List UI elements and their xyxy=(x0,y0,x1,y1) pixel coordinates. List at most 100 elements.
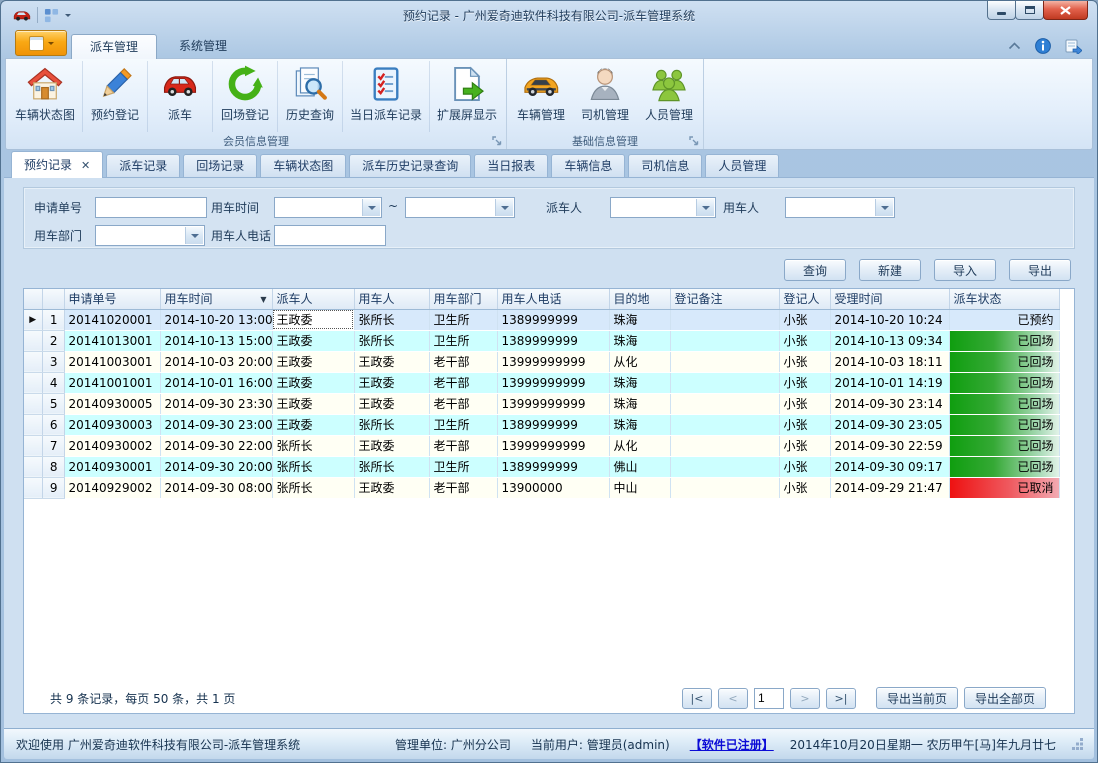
document-tab[interactable]: 人员管理 xyxy=(705,154,779,177)
document-tab[interactable]: 司机信息 xyxy=(628,154,702,177)
table-row[interactable]: 4201410010012014-10-01 16:00王政委王政委老干部139… xyxy=(24,372,1059,393)
next-page-button[interactable]: > xyxy=(790,688,820,709)
resize-grip-icon[interactable] xyxy=(1072,738,1084,750)
table-row[interactable]: 7201409300022014-09-30 22:00张所长王政委老干部139… xyxy=(24,435,1059,456)
grid-area: 申请单号用车时间▼派车人用车人用车部门用车人电话目的地登记备注登记人受理时间派车… xyxy=(24,289,1074,683)
table-row[interactable]: 5201409300052014-09-30 23:30王政委王政委老干部139… xyxy=(24,393,1059,414)
dialog-launcher-icon[interactable] xyxy=(689,136,699,146)
chevron-down-icon[interactable] xyxy=(875,199,893,216)
first-page-button[interactable]: |< xyxy=(682,688,712,709)
document-tab[interactable]: 派车记录 xyxy=(106,154,180,177)
document-tab[interactable]: 派车历史记录查询 xyxy=(349,154,471,177)
dept-combo[interactable] xyxy=(95,225,205,246)
layout-switcher-icon[interactable] xyxy=(44,8,59,23)
order-no-input[interactable] xyxy=(95,197,207,218)
minimize-button[interactable] xyxy=(987,1,1016,20)
checklist-icon xyxy=(367,65,405,103)
ribbon-button-history-search[interactable]: 历史查询 xyxy=(278,61,343,132)
column-header[interactable]: 申请单号 xyxy=(64,289,160,309)
row-selector-cell[interactable] xyxy=(24,414,42,435)
column-header[interactable]: 派车状态 xyxy=(949,289,1059,309)
phone-input[interactable] xyxy=(274,225,386,246)
column-header[interactable]: 用车人 xyxy=(354,289,429,309)
ribbon-group-label: 会员信息管理 xyxy=(223,133,289,149)
ribbon-tab-system[interactable]: 系统管理 xyxy=(161,34,245,58)
ribbon-button-car-red[interactable]: 派车 xyxy=(148,61,213,132)
export-all-pages-button[interactable]: 导出全部页 xyxy=(964,687,1046,709)
maximize-button[interactable] xyxy=(1015,1,1044,20)
app-menu-button[interactable] xyxy=(15,30,67,56)
use-time-label: 用车时间 xyxy=(211,199,259,216)
new-button[interactable]: 新建 xyxy=(859,259,921,281)
selector-column-header xyxy=(24,289,42,309)
ribbon-button-people[interactable]: 人员管理 xyxy=(637,61,701,132)
row-selector-cell[interactable] xyxy=(24,372,42,393)
ribbon-button-house[interactable]: 车辆状态图 xyxy=(8,61,83,132)
last-page-button[interactable]: >| xyxy=(826,688,856,709)
cell-remark xyxy=(670,351,779,372)
export-button[interactable]: 导出 xyxy=(1009,259,1071,281)
collapse-ribbon-icon[interactable] xyxy=(1008,42,1021,50)
ribbon-button-car-orange[interactable]: 车辆管理 xyxy=(509,61,573,132)
ribbon-button-label: 车辆状态图 xyxy=(15,106,75,123)
table-row[interactable]: 2201410130012014-10-13 15:00王政委张所长卫生所138… xyxy=(24,330,1059,351)
cell-user: 王政委 xyxy=(354,372,429,393)
use-time-to-combo[interactable] xyxy=(405,197,515,218)
ribbon-button-checklist[interactable]: 当日派车记录 xyxy=(343,61,430,132)
cell-registrar: 小张 xyxy=(779,309,830,330)
row-selector-cell[interactable] xyxy=(24,393,42,414)
row-selector-cell[interactable] xyxy=(24,477,42,498)
column-header[interactable]: 目的地 xyxy=(609,289,670,309)
row-selector-cell[interactable] xyxy=(24,435,42,456)
user-combo[interactable] xyxy=(785,197,895,218)
query-button[interactable]: 查询 xyxy=(784,259,846,281)
ribbon-button-screen-arrow[interactable]: 扩展屏显示 xyxy=(430,61,504,132)
cell-use_time: 2014-09-30 08:00 xyxy=(160,477,272,498)
column-header[interactable]: 用车部门 xyxy=(429,289,497,309)
column-header[interactable]: 受理时间 xyxy=(830,289,949,309)
ribbon-button-pencil[interactable]: 预约登记 xyxy=(83,61,148,132)
prev-page-button[interactable]: < xyxy=(718,688,748,709)
document-tab[interactable]: 预约记录 ✕ xyxy=(11,151,103,178)
feedback-icon[interactable] xyxy=(1065,38,1082,54)
row-selector-cell[interactable] xyxy=(24,330,42,351)
chevron-down-icon[interactable] xyxy=(185,227,203,244)
close-button[interactable] xyxy=(1043,1,1088,20)
row-selector-cell[interactable] xyxy=(24,456,42,477)
import-button[interactable]: 导入 xyxy=(934,259,996,281)
document-tab[interactable]: 车辆信息 xyxy=(551,154,625,177)
document-tab[interactable]: 回场记录 xyxy=(183,154,257,177)
ribbon-button-recycle[interactable]: 回场登记 xyxy=(213,61,278,132)
current-row-marker-icon[interactable]: ▶ xyxy=(24,309,42,330)
table-row[interactable]: 6201409300032014-09-30 23:00王政委张所长卫生所138… xyxy=(24,414,1059,435)
license-registered-link[interactable]: 【软件已注册】 xyxy=(690,736,774,753)
table-row[interactable]: 8201409300012014-09-30 20:00张所长张所长卫生所138… xyxy=(24,456,1059,477)
ribbon-button-driver[interactable]: 司机管理 xyxy=(573,61,637,132)
tab-close-icon[interactable]: ✕ xyxy=(81,160,90,171)
column-header[interactable]: 用车时间▼ xyxy=(160,289,272,309)
quick-access-dropdown-icon[interactable] xyxy=(65,14,71,20)
row-selector-cell[interactable] xyxy=(24,351,42,372)
about-info-icon[interactable] xyxy=(1035,38,1051,54)
chevron-down-icon[interactable] xyxy=(696,199,714,216)
table-row[interactable]: 3201410030012014-10-03 20:00王政委王政委老干部139… xyxy=(24,351,1059,372)
ribbon-tab-dispatch[interactable]: 派车管理 xyxy=(71,34,157,59)
page-number-input[interactable] xyxy=(754,688,784,709)
export-current-page-button[interactable]: 导出当前页 xyxy=(876,687,958,709)
managing-org-text: 管理单位: 广州分公司 xyxy=(395,736,511,753)
document-tab[interactable]: 车辆状态图 xyxy=(260,154,346,177)
document-tab[interactable]: 当日报表 xyxy=(474,154,548,177)
column-header[interactable]: 用车人电话 xyxy=(497,289,609,309)
column-header[interactable]: 登记人 xyxy=(779,289,830,309)
cell-dispatcher: 王政委 xyxy=(272,351,354,372)
chevron-down-icon[interactable] xyxy=(362,199,380,216)
dialog-launcher-icon[interactable] xyxy=(492,136,502,146)
table-row[interactable]: ▶1201410200012014-10-20 13:00王政委张所长卫生所13… xyxy=(24,309,1059,330)
chevron-down-icon[interactable] xyxy=(495,199,513,216)
table-row[interactable]: 9201409290022014-09-30 08:00张所长王政委老干部139… xyxy=(24,477,1059,498)
cell-registrar: 小张 xyxy=(779,435,830,456)
use-time-from-combo[interactable] xyxy=(274,197,382,218)
column-header[interactable]: 派车人 xyxy=(272,289,354,309)
dispatcher-combo[interactable] xyxy=(610,197,716,218)
column-header[interactable]: 登记备注 xyxy=(670,289,779,309)
